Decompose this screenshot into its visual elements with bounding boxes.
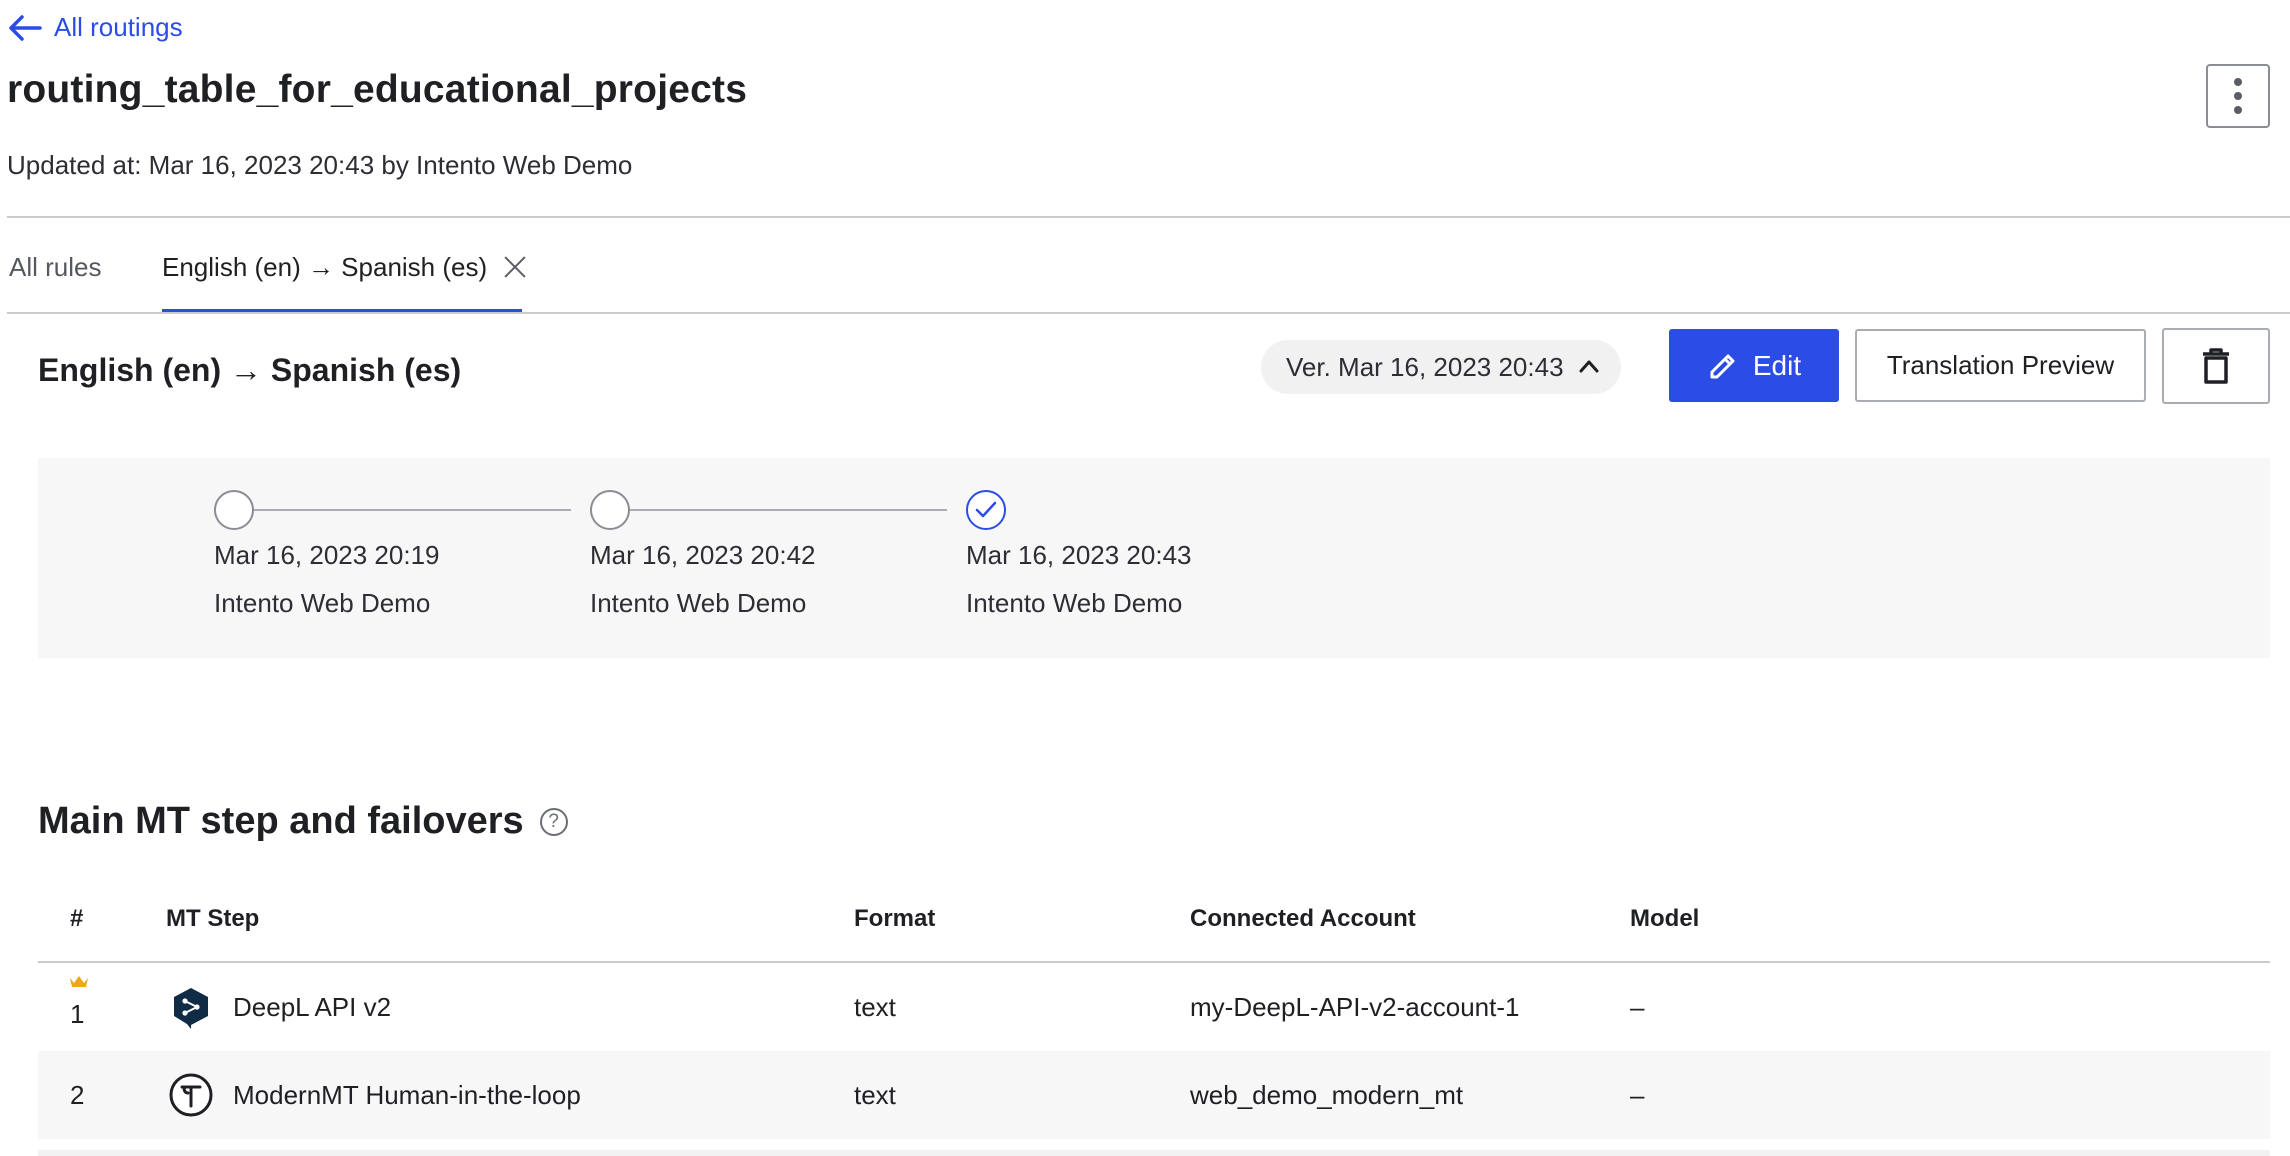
tab-all-rules-label: All rules — [9, 251, 102, 282]
deepl-icon — [169, 985, 213, 1029]
trash-icon — [2203, 348, 2229, 384]
arrow-left-icon — [9, 14, 42, 41]
translation-preview-button[interactable]: Translation Preview — [1855, 329, 2146, 402]
divider — [7, 216, 2290, 218]
timeline-node[interactable] — [214, 490, 254, 530]
model-cell: – — [1630, 1079, 1645, 1110]
timeline-date: Mar 16, 2023 20:43 — [966, 540, 1192, 570]
mt-section-title: Main MT step and failovers — [38, 800, 524, 842]
account-cell: my-DeepL-API-v2-account-1 — [1190, 991, 1520, 1022]
tab-en-es-label: English (en) → Spanish (es) — [162, 251, 488, 282]
column-header-connected-account: Connected Account — [1190, 905, 1416, 932]
timeline-connector — [234, 509, 571, 511]
updated-info: Updated at: Mar 16, 2023 20:43 by Intent… — [7, 150, 633, 180]
mt-step-name: DeepL API v2 — [233, 991, 392, 1022]
model-cell: – — [1630, 991, 1645, 1022]
timeline-user: Intento Web Demo — [214, 588, 431, 618]
timeline-connector — [610, 509, 947, 511]
account-cell: web_demo_modern_mt — [1190, 1079, 1464, 1110]
tab-all-rules[interactable]: All rules — [9, 220, 101, 314]
mt-step-name: ModernMT Human-in-the-loop — [233, 1079, 581, 1110]
column-header-model: Model — [1630, 905, 1700, 932]
timeline-node-current[interactable] — [966, 490, 1006, 530]
rule-heading: English (en) → Spanish (es) — [38, 352, 462, 388]
table-row[interactable]: 2 ModernMT Human-in-the-loop text web_de… — [38, 1051, 2270, 1139]
timeline-user: Intento Web Demo — [966, 588, 1183, 618]
mt-step-cell: DeepL API v2 — [169, 963, 391, 1051]
divider — [7, 312, 2290, 314]
tab-en-es[interactable]: English (en) → Spanish (es) — [162, 220, 533, 314]
mt-steps-table: # MT Step Format Connected Account Model… — [38, 888, 2270, 1139]
pencil-icon — [1710, 354, 1735, 378]
timeline-date: Mar 16, 2023 20:19 — [214, 540, 440, 570]
mt-section-heading: Main MT step and failovers ? — [38, 800, 568, 843]
back-link-label: All routings — [54, 12, 183, 42]
check-icon — [975, 501, 997, 518]
kebab-dot — [2234, 78, 2242, 86]
kebab-dot — [2234, 92, 2242, 100]
version-label: Ver. Mar 16, 2023 20:43 — [1286, 351, 1564, 382]
version-selector[interactable]: Ver. Mar 16, 2023 20:43 — [1261, 340, 1621, 394]
more-options-button[interactable] — [2206, 64, 2270, 128]
column-header-mt-step: MT Step — [166, 905, 260, 932]
table-bottom-edge — [38, 1150, 2270, 1156]
delete-button[interactable] — [2162, 328, 2270, 404]
modernmt-icon — [169, 1073, 213, 1117]
translation-preview-label: Translation Preview — [1886, 350, 2115, 380]
timeline-user: Intento Web Demo — [590, 588, 807, 618]
tab-bar: All rules English (en) → Spanish (es) — [0, 220, 2290, 314]
column-header-number: # — [70, 905, 84, 932]
timeline-date: Mar 16, 2023 20:42 — [590, 540, 816, 570]
format-cell: text — [854, 1079, 896, 1110]
column-header-format: Format — [854, 905, 936, 932]
table-row[interactable]: 1 DeepL API v2 text my-DeepL-API-v2-acco… — [38, 963, 2270, 1051]
page-title: routing_table_for_educational_projects — [7, 68, 748, 111]
chevron-up-icon — [1579, 360, 1599, 373]
close-icon[interactable] — [501, 253, 529, 281]
table-header: # MT Step Format Connected Account Model — [38, 888, 2270, 963]
edit-button-label: Edit — [1752, 349, 1802, 381]
back-link-all-routings[interactable]: All routings — [8, 12, 183, 43]
row-number: 2 — [70, 1079, 85, 1110]
format-cell: text — [854, 991, 896, 1022]
version-timeline: Mar 16, 2023 20:19 Intento Web Demo Mar … — [38, 458, 2270, 658]
edit-button[interactable]: Edit — [1669, 329, 1839, 402]
kebab-dot — [2234, 106, 2242, 114]
timeline-node[interactable] — [590, 490, 630, 530]
row-number: 1 — [70, 998, 85, 1029]
help-icon[interactable]: ? — [539, 807, 568, 836]
mt-step-cell: ModernMT Human-in-the-loop — [169, 1051, 581, 1139]
